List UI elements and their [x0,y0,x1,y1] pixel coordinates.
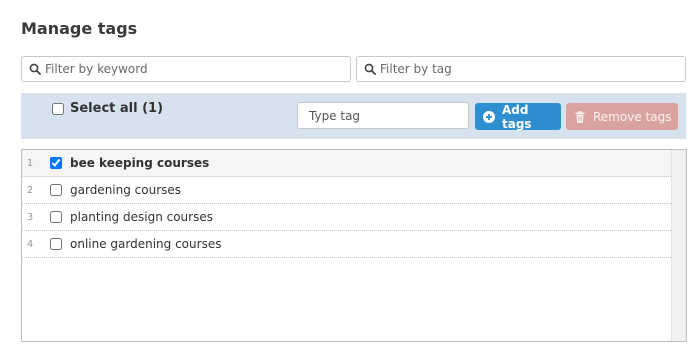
search-icon [364,63,376,75]
tag-toolbar: Select all (1) Add tags Remove tags [21,93,686,139]
add-tags-button[interactable]: Add tags [475,102,561,131]
row-number: 2 [26,184,34,196]
tag-checkbox[interactable] [50,157,62,169]
tag-list: 1 bee keeping courses 2 gardening courses 3 p… [21,149,687,342]
row-number: 1 [26,157,34,169]
row-number: 4 [26,238,34,250]
select-all[interactable]: Select all (1) [52,101,163,116]
tag-row[interactable]: 1 bee keeping courses [22,150,671,177]
tag-label: online gardening courses [70,237,222,251]
keyword-filter-input[interactable] [45,62,350,76]
tag-row[interactable]: 3 planting design courses [22,204,671,231]
type-tag-field[interactable] [297,102,469,129]
tag-label: planting design courses [70,210,213,224]
keyword-filter-field[interactable] [21,56,351,82]
tag-row[interactable]: 2 gardening courses [22,177,671,204]
scrollbar[interactable] [671,150,686,341]
search-icon [29,63,41,75]
tag-checkbox[interactable] [50,184,62,196]
add-tags-label: Add tags [502,102,532,131]
tag-filter-field[interactable] [356,56,686,82]
row-number: 3 [26,211,34,223]
tag-filter-input[interactable] [380,62,685,76]
plus-circle-icon [483,110,495,123]
remove-tags-button[interactable]: Remove tags [566,103,678,130]
tag-checkbox[interactable] [50,211,62,223]
page-title: Manage tags [21,19,138,38]
remove-tags-label: Remove tags [593,109,672,124]
type-tag-input[interactable] [307,107,461,124]
tag-label: gardening courses [70,183,182,197]
tag-checkbox[interactable] [50,238,62,250]
tag-label: bee keeping courses [70,156,210,170]
trash-icon [575,110,585,123]
select-all-label: Select all (1) [70,101,164,116]
tag-row[interactable]: 4 online gardening courses [22,231,671,258]
select-all-checkbox[interactable] [52,102,64,115]
